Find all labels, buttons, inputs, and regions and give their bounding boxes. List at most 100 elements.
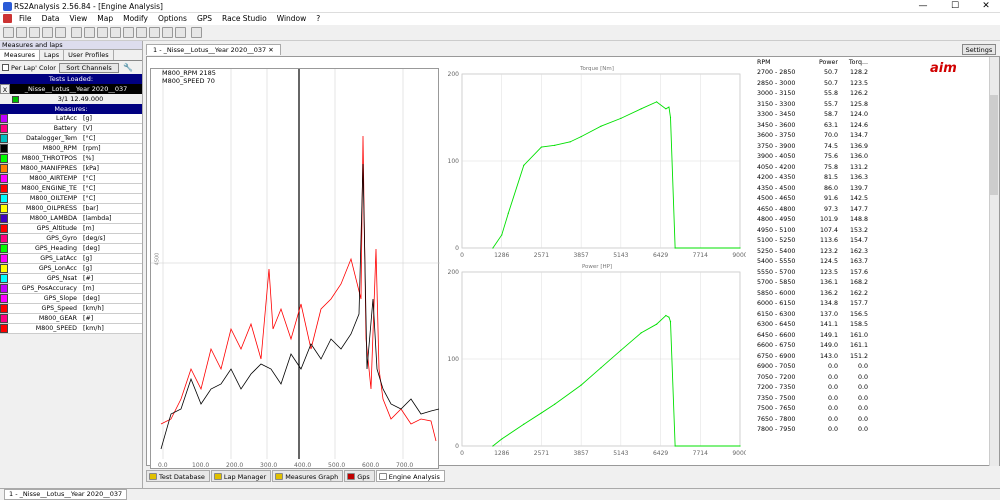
x-tick-label: 5143: [613, 252, 628, 259]
split-icon[interactable]: [162, 27, 173, 38]
measure-color-swatch[interactable]: [0, 134, 8, 143]
menu-data[interactable]: Data: [37, 13, 65, 25]
menu-options[interactable]: Options: [153, 13, 192, 25]
measure-row[interactable]: M800_THROTPOS [%]: [0, 154, 142, 164]
table-row: 3750 - 3900 74.5 136.9: [752, 142, 990, 153]
measure-row[interactable]: GPS_Altitude [m]: [0, 224, 142, 234]
close-icon[interactable]: ✕: [268, 46, 273, 54]
menu-window[interactable]: Window: [272, 13, 312, 25]
menu-race-studio[interactable]: Race Studio: [217, 13, 272, 25]
bottom-tab[interactable]: Engine Analysis: [375, 470, 445, 482]
measure-color-swatch[interactable]: [0, 184, 8, 193]
measure-color-swatch[interactable]: [0, 284, 8, 293]
measure-row[interactable]: GPS_Heading [deg]: [0, 244, 142, 254]
time-graph-svg[interactable]: [151, 69, 440, 470]
measure-row[interactable]: M800_RPM [rpm]: [0, 144, 142, 154]
measure-color-swatch[interactable]: [0, 324, 8, 333]
menu-modify[interactable]: Modify: [118, 13, 153, 25]
measure-color-swatch[interactable]: [0, 204, 8, 213]
test-row[interactable]: X _Nisse__Lotus__Year 2020__037: [0, 84, 142, 94]
measure-row[interactable]: Datalogger_Tem [°C]: [0, 134, 142, 144]
cursor-icon[interactable]: [123, 27, 134, 38]
measure-color-swatch[interactable]: [0, 264, 8, 273]
measure-row[interactable]: M800_OILPRESS [bar]: [0, 204, 142, 214]
measure-row[interactable]: M800_LAMBDA [lambda]: [0, 214, 142, 224]
graph-icon[interactable]: [84, 27, 95, 38]
measure-row[interactable]: M800_ENGINE_TE [°C]: [0, 184, 142, 194]
remove-test-button[interactable]: X: [0, 84, 10, 94]
layout-icon[interactable]: [175, 27, 186, 38]
bottom-tab[interactable]: Measures Graph: [272, 470, 344, 482]
chart-icon[interactable]: [71, 27, 82, 38]
header-torque[interactable]: Torq...: [838, 57, 868, 68]
measure-row[interactable]: LatAcc [g]: [0, 114, 142, 124]
measure-row[interactable]: M800_OILTEMP [°C]: [0, 194, 142, 204]
lap-row[interactable]: 3/1 12.49.000: [0, 94, 142, 104]
scale-icon[interactable]: [149, 27, 160, 38]
measure-color-swatch[interactable]: [0, 224, 8, 233]
close-button[interactable]: ✕: [975, 0, 997, 13]
measure-row[interactable]: Battery [V]: [0, 124, 142, 134]
power-cell: 101.9: [819, 216, 838, 223]
wrench-icon[interactable]: 🔧: [123, 63, 133, 72]
bottom-tab[interactable]: Gps: [344, 470, 375, 482]
measure-color-swatch[interactable]: [0, 214, 8, 223]
measure-color-swatch[interactable]: [0, 254, 8, 263]
measure-row[interactable]: M800_SPEED [km/h]: [0, 324, 142, 334]
time-graph[interactable]: [150, 68, 440, 470]
tab-user-profiles[interactable]: User Profiles: [64, 50, 114, 60]
measure-color-swatch[interactable]: [0, 174, 8, 183]
copy-icon[interactable]: [55, 27, 66, 38]
table-row: 5550 - 5700 123.5 157.6: [752, 268, 990, 279]
measure-row[interactable]: M800_MANIFPRES [kPa]: [0, 164, 142, 174]
measure-color-swatch[interactable]: [0, 314, 8, 323]
measure-name: M800_ENGINE_TE: [21, 185, 77, 192]
measure-color-swatch[interactable]: [0, 244, 8, 253]
per-lap-color-checkbox[interactable]: [2, 64, 9, 71]
measure-color-swatch[interactable]: [0, 304, 8, 313]
maximize-button[interactable]: ☐: [944, 0, 966, 13]
measure-row[interactable]: GPS_PosAccuracy [m]: [0, 284, 142, 294]
document-tab[interactable]: 1 - _Nisse__Lotus__Year 2020__037 ✕: [146, 44, 281, 55]
measure-color-swatch[interactable]: [0, 124, 8, 133]
measure-row[interactable]: M800_GEAR [#]: [0, 314, 142, 324]
open-folder-icon[interactable]: [16, 27, 27, 38]
measure-color-swatch[interactable]: [0, 194, 8, 203]
menu-view[interactable]: View: [64, 13, 92, 25]
measure-color-swatch[interactable]: [0, 164, 8, 173]
open-icon[interactable]: [3, 27, 14, 38]
menu-gps[interactable]: GPS: [192, 13, 217, 25]
measure-color-swatch[interactable]: [0, 154, 8, 163]
header-power[interactable]: Power: [809, 57, 838, 68]
measure-color-swatch[interactable]: [0, 234, 8, 243]
measure-icon[interactable]: [136, 27, 147, 38]
measure-color-swatch[interactable]: [0, 294, 8, 303]
bottom-tab[interactable]: Test Database: [146, 470, 210, 482]
menu-map[interactable]: Map: [92, 13, 118, 25]
menu-help[interactable]: ?: [311, 13, 325, 25]
tab-measures[interactable]: Measures: [0, 50, 41, 60]
measure-color-swatch[interactable]: [0, 114, 8, 123]
measure-row[interactable]: GPS_Gyro [deg/s]: [0, 234, 142, 244]
settings-button[interactable]: Settings: [962, 44, 996, 55]
save-icon[interactable]: [29, 27, 40, 38]
measure-row[interactable]: GPS_LonAcc [g]: [0, 264, 142, 274]
measure-row[interactable]: GPS_Nsat [#]: [0, 274, 142, 284]
measure-color-swatch[interactable]: [0, 274, 8, 283]
sort-channels-button[interactable]: Sort Channels: [59, 62, 119, 73]
measure-row[interactable]: GPS_Speed [km/h]: [0, 304, 142, 314]
measure-row[interactable]: M800_AIRTEMP [°C]: [0, 174, 142, 184]
menu-file[interactable]: File: [14, 13, 37, 25]
measure-row[interactable]: GPS_Slope [deg]: [0, 294, 142, 304]
measure-row[interactable]: GPS_LatAcc [g]: [0, 254, 142, 264]
tab-laps[interactable]: Laps: [40, 50, 65, 60]
map-icon[interactable]: [97, 27, 108, 38]
scroll-thumb[interactable]: [990, 95, 998, 195]
measure-color-swatch[interactable]: [0, 144, 8, 153]
zoom-icon[interactable]: [110, 27, 121, 38]
export-icon[interactable]: [191, 27, 202, 38]
header-rpm[interactable]: RPM: [752, 57, 809, 68]
bottom-tab[interactable]: Lap Manager: [210, 470, 272, 482]
minimize-button[interactable]: —: [912, 0, 934, 13]
print-icon[interactable]: [42, 27, 53, 38]
